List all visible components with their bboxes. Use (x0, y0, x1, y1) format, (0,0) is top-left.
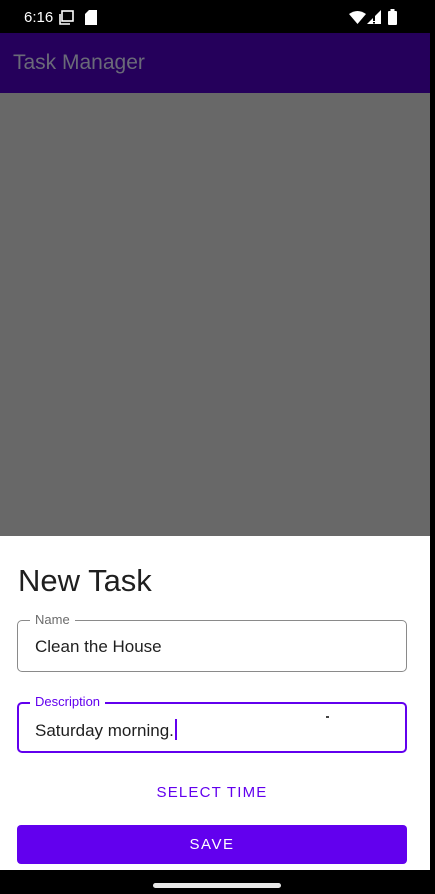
navigation-bar (0, 870, 430, 894)
description-field-value-wrap[interactable]: Saturday morning. (35, 719, 177, 741)
name-field-label: Name (30, 612, 75, 628)
description-field[interactable]: Description Saturday morning. (17, 694, 407, 753)
app-title: Task Manager (13, 51, 145, 74)
description-field-value[interactable]: Saturday morning. (35, 721, 174, 740)
status-time: 6:16 (24, 9, 54, 26)
name-field-value[interactable]: Clean the House (35, 637, 162, 657)
wifi-icon (349, 11, 366, 29)
text-cursor (174, 719, 177, 740)
screen: 6:16 Task Manager New Task Name Clean th… (0, 0, 430, 894)
dialog-scrim[interactable] (0, 93, 430, 536)
select-time-button[interactable]: SELECT TIME (17, 780, 407, 806)
home-gesture-handle[interactable] (153, 883, 281, 888)
battery-icon (388, 9, 397, 30)
media-icon (59, 10, 74, 30)
name-field[interactable]: Name Clean the House (17, 612, 407, 672)
save-button[interactable]: SAVE (17, 825, 407, 864)
status-bar: 6:16 (0, 0, 430, 33)
screen-edge (430, 0, 435, 894)
description-field-label: Description (30, 694, 106, 710)
new-task-sheet: New Task Name Clean the House Descriptio… (0, 536, 430, 870)
text-selection-handle (326, 716, 329, 718)
sheet-title: New Task (18, 563, 152, 598)
app-bar: Task Manager (0, 33, 430, 93)
signal-icon (367, 10, 381, 29)
sd-card-icon (85, 10, 97, 30)
